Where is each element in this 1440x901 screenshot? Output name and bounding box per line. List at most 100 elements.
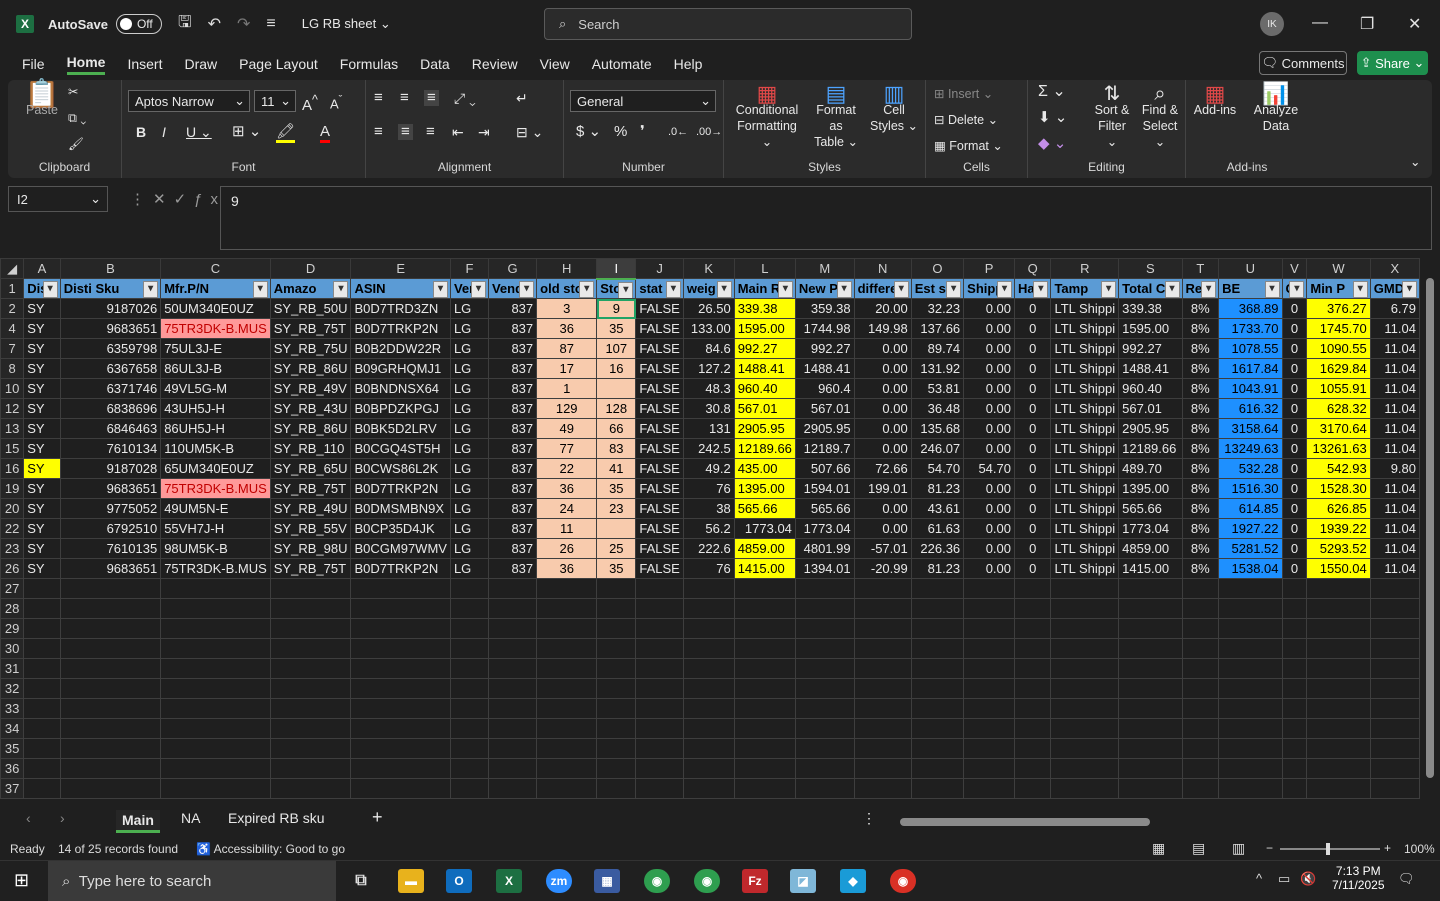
cell[interactable] bbox=[682, 738, 735, 759]
cell[interactable]: 11.04 bbox=[1369, 538, 1420, 559]
cell[interactable]: FALSE bbox=[635, 318, 684, 339]
cell[interactable] bbox=[269, 738, 352, 759]
row-header[interactable]: 31 bbox=[0, 658, 25, 679]
cell[interactable]: 1745.70 bbox=[1306, 318, 1371, 339]
cell[interactable] bbox=[733, 638, 796, 659]
cell[interactable] bbox=[350, 658, 451, 679]
filter-header[interactable]: weig bbox=[682, 278, 735, 299]
name-box[interactable]: I2 ⌄ bbox=[8, 186, 108, 212]
cell[interactable]: 0 bbox=[1013, 358, 1052, 379]
cell[interactable] bbox=[1218, 618, 1283, 639]
cell[interactable]: 89.74 bbox=[910, 338, 965, 359]
cell[interactable]: 489.70 bbox=[1118, 458, 1183, 479]
cell[interactable] bbox=[1218, 738, 1283, 759]
sheet-tab-na[interactable]: NA bbox=[181, 810, 200, 826]
cell[interactable]: 12189.66 bbox=[1118, 438, 1183, 459]
cell[interactable]: LTL Shippi bbox=[1050, 458, 1120, 479]
cell[interactable]: 0 bbox=[1013, 418, 1052, 439]
cell[interactable]: 56.2 bbox=[682, 518, 735, 539]
cell[interactable] bbox=[1369, 598, 1420, 619]
cell[interactable] bbox=[536, 758, 598, 779]
cell[interactable] bbox=[596, 378, 637, 399]
increase-indent-icon[interactable]: ⇥ bbox=[478, 124, 490, 140]
cell[interactable]: LTL Shippi bbox=[1050, 558, 1120, 579]
zoom-level[interactable]: 100% bbox=[1404, 842, 1435, 856]
network-icon[interactable]: ▭ bbox=[1278, 871, 1290, 887]
collapse-ribbon-icon[interactable]: ⌄ bbox=[1410, 154, 1420, 170]
next-sheet-icon[interactable]: › bbox=[60, 810, 65, 826]
cell[interactable] bbox=[910, 718, 965, 739]
cell[interactable] bbox=[536, 618, 598, 639]
sheet-tab-main[interactable]: Main bbox=[116, 810, 160, 833]
row-header[interactable]: 33 bbox=[0, 698, 25, 719]
cell[interactable]: 4859.00 bbox=[1118, 538, 1183, 559]
cell[interactable]: 2905.95 bbox=[733, 418, 796, 439]
cell[interactable] bbox=[596, 758, 637, 779]
cell[interactable]: 1516.30 bbox=[1218, 478, 1283, 499]
cell[interactable]: 30.8 bbox=[682, 398, 735, 419]
cell[interactable]: 7610134 bbox=[59, 438, 162, 459]
cell[interactable] bbox=[1118, 698, 1183, 719]
cell[interactable]: LG bbox=[449, 338, 489, 359]
cell[interactable] bbox=[682, 618, 735, 639]
cell[interactable] bbox=[910, 618, 965, 639]
align-left-icon[interactable]: ≡ bbox=[374, 124, 383, 140]
cell[interactable]: B0D7TRKP2N bbox=[350, 318, 451, 339]
cell[interactable] bbox=[910, 778, 965, 799]
cell[interactable] bbox=[794, 678, 855, 699]
cell[interactable] bbox=[682, 778, 735, 799]
cell[interactable] bbox=[682, 698, 735, 719]
cell[interactable]: SY bbox=[23, 518, 61, 539]
cell[interactable] bbox=[1013, 778, 1052, 799]
cell[interactable] bbox=[1181, 718, 1220, 739]
cell[interactable]: 13261.63 bbox=[1306, 438, 1371, 459]
cell[interactable] bbox=[1218, 758, 1283, 779]
cell[interactable] bbox=[23, 758, 61, 779]
cell[interactable]: 368.89 bbox=[1218, 298, 1283, 319]
cell[interactable] bbox=[59, 578, 162, 599]
cell[interactable]: 6359798 bbox=[59, 338, 162, 359]
cell[interactable]: 1629.84 bbox=[1306, 358, 1371, 379]
cell[interactable]: 1488.41 bbox=[1118, 358, 1183, 379]
cell[interactable]: 6.79 bbox=[1369, 298, 1420, 319]
cell[interactable]: SY_RB_49V bbox=[269, 378, 352, 399]
cell[interactable] bbox=[1281, 738, 1308, 759]
cell[interactable] bbox=[59, 718, 162, 739]
cell[interactable]: 6846463 bbox=[59, 418, 162, 439]
cell[interactable] bbox=[536, 678, 598, 699]
cell[interactable] bbox=[1181, 618, 1220, 639]
filter-header[interactable]: G bbox=[1281, 278, 1308, 299]
column-header-a[interactable]: A bbox=[23, 258, 61, 279]
shrink-font-icon[interactable]: Aˇ bbox=[330, 92, 342, 112]
cell[interactable]: 131 bbox=[682, 418, 735, 439]
cell[interactable]: 75TR3DK-B.MUS bbox=[160, 318, 271, 339]
cell[interactable] bbox=[487, 618, 538, 639]
cell[interactable]: 11.04 bbox=[1369, 518, 1420, 539]
chrome-profile-icon[interactable]: ◉ bbox=[694, 869, 720, 893]
cell[interactable] bbox=[596, 598, 637, 619]
cell[interactable]: 0 bbox=[1281, 438, 1308, 459]
cell[interactable]: SY_RB_110 bbox=[269, 438, 352, 459]
cell[interactable] bbox=[59, 758, 162, 779]
cell[interactable]: 36 bbox=[536, 558, 598, 579]
cell[interactable] bbox=[160, 578, 271, 599]
cell[interactable]: 3170.64 bbox=[1306, 418, 1371, 439]
cell[interactable] bbox=[1181, 638, 1220, 659]
cell[interactable]: 1617.84 bbox=[1218, 358, 1283, 379]
tab-data[interactable]: Data bbox=[420, 56, 450, 72]
cell[interactable]: 837 bbox=[487, 518, 538, 539]
cell[interactable]: 8% bbox=[1181, 478, 1220, 499]
tab-review[interactable]: Review bbox=[472, 56, 518, 72]
cell[interactable] bbox=[23, 698, 61, 719]
cell[interactable]: 226.36 bbox=[910, 538, 965, 559]
cell[interactable] bbox=[536, 738, 598, 759]
cell[interactable] bbox=[1181, 738, 1220, 759]
cell[interactable] bbox=[487, 678, 538, 699]
tab-insert[interactable]: Insert bbox=[127, 56, 162, 72]
sort-filter-button[interactable]: ⇅ Sort & Filter ⌄ bbox=[1092, 84, 1132, 150]
cell[interactable]: 1595.00 bbox=[733, 318, 796, 339]
format-painter-icon[interactable]: 🖌 bbox=[68, 136, 84, 152]
cell[interactable] bbox=[1050, 738, 1120, 759]
row-header[interactable]: 20 bbox=[0, 498, 25, 519]
cell[interactable]: 1488.41 bbox=[794, 358, 855, 379]
